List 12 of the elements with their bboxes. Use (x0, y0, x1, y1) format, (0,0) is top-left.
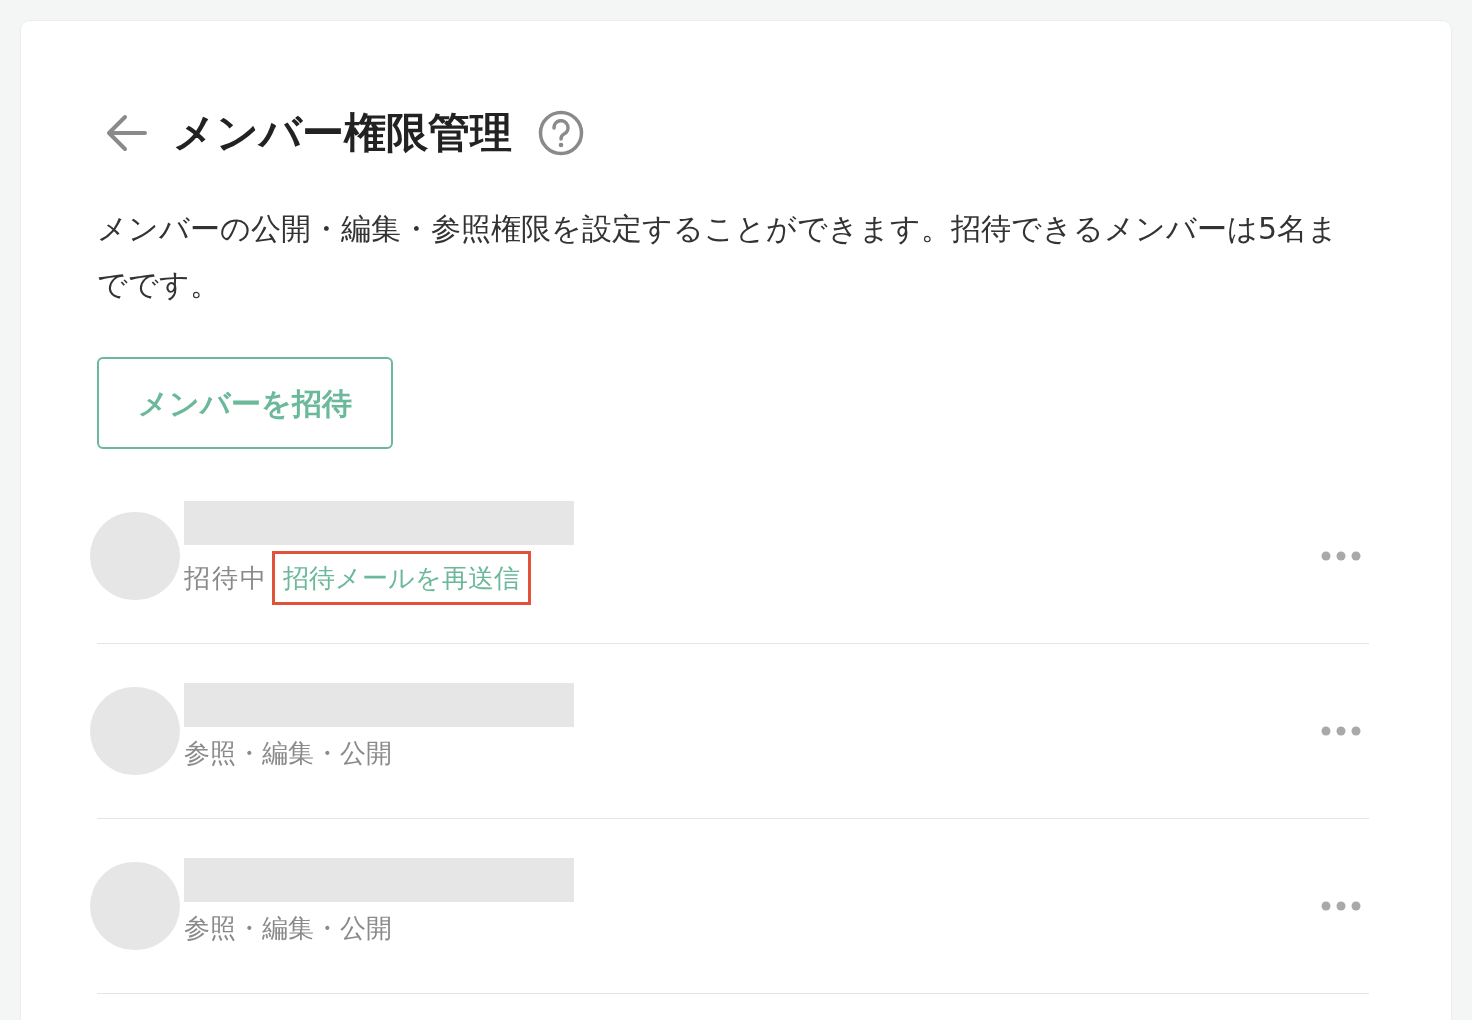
page-title: メンバー権限管理 (173, 112, 512, 154)
more-options-icon[interactable] (1321, 551, 1361, 561)
back-arrow-icon[interactable] (105, 114, 147, 152)
description-text: メンバーの公開・編集・参照権限を設定することができます。招待できるメンバーは5名までです。 (97, 210, 1340, 304)
invite-member-button[interactable]: メンバーを招待 (97, 357, 393, 449)
help-icon[interactable] (538, 110, 584, 156)
more-options-icon[interactable] (1321, 901, 1361, 911)
status-label: 招待中 (184, 562, 268, 595)
permissions-label: 参照・編集・公開 (184, 737, 392, 770)
more-options-icon[interactable] (1321, 726, 1361, 736)
resend-invite-link[interactable]: 招待メールを再送信 (272, 551, 531, 605)
permissions-label: 参照・編集・公開 (184, 912, 392, 945)
